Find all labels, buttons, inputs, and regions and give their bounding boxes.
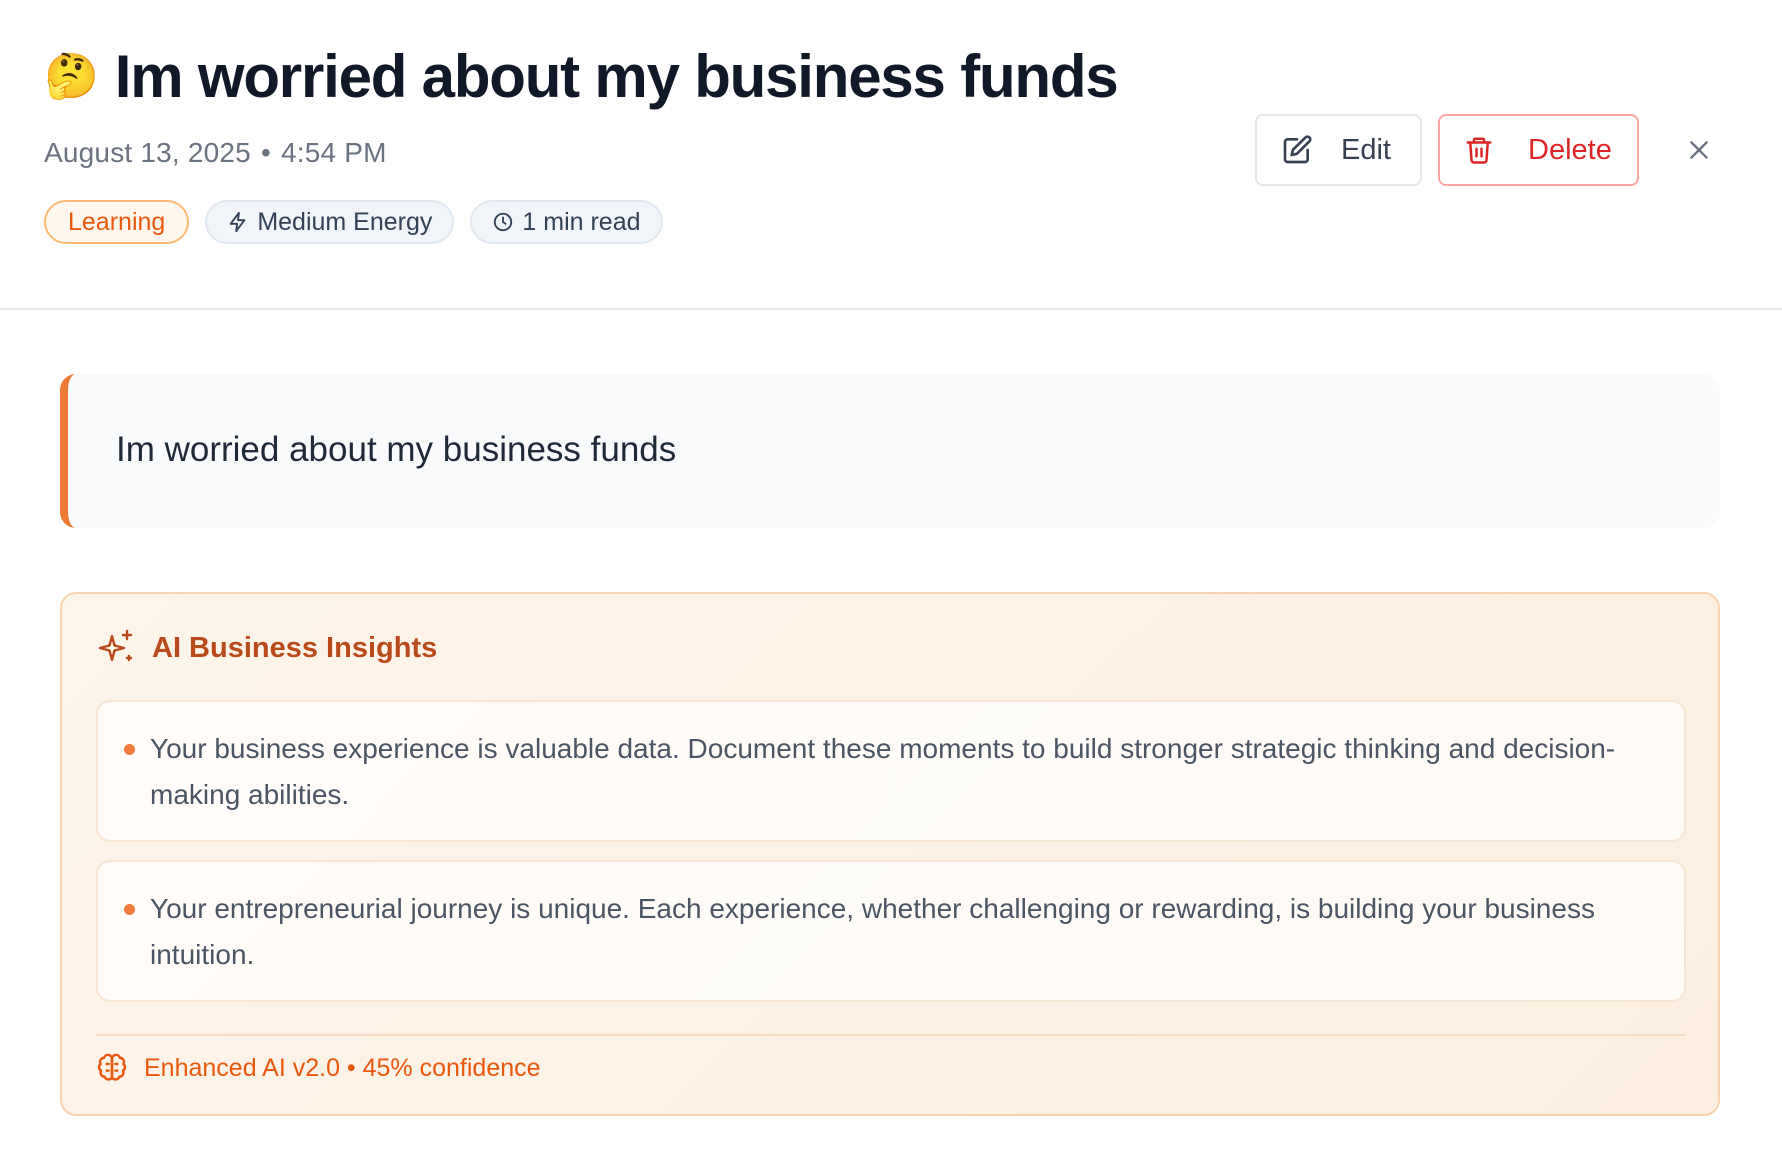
delete-button[interactable]: Delete: [1438, 114, 1639, 186]
ai-footer-divider: [96, 1034, 1686, 1036]
ai-insights-title: AI Business Insights: [152, 631, 438, 664]
meta-separator: •: [260, 137, 271, 168]
entry-content-card: Im worried about my business funds: [60, 374, 1720, 528]
insight-text: Your business experience is valuable dat…: [150, 733, 1616, 810]
ai-insights-footer: Enhanced AI v2.0 • 45% confidence: [96, 1052, 541, 1084]
clock-icon: [494, 212, 513, 232]
close-icon: [1690, 141, 1708, 159]
thinking-emoji-icon: 🤔: [44, 50, 99, 102]
tag-list: Learning Medium Energy 1 min read: [44, 200, 663, 244]
brain-icon: [97, 1053, 127, 1081]
lightning-icon: [230, 211, 246, 233]
edit-button[interactable]: Edit: [1255, 114, 1422, 186]
ai-insights-panel: AI Business Insights Your business exper…: [60, 592, 1720, 1116]
insight-text: Your entrepreneurial journey is unique. …: [150, 893, 1595, 970]
bullet-dot: [124, 744, 135, 755]
insight-item: Your entrepreneurial journey is unique. …: [96, 860, 1686, 1002]
read-time-label: 1 min read: [522, 207, 641, 236]
entry-date: August 13, 2025: [44, 137, 251, 168]
entry-actions: Edit Delete: [1255, 114, 1719, 186]
journal-entry-modal: 🤔 Im worried about my business funds Aug…: [0, 0, 1782, 1176]
close-button[interactable]: [1679, 130, 1719, 170]
energy-tag: Medium Energy: [205, 200, 455, 244]
ai-insights-header: AI Business Insights: [96, 628, 437, 668]
entry-time: 4:54 PM: [280, 137, 387, 168]
bullet-dot: [124, 904, 135, 915]
category-tag: Learning: [44, 200, 190, 244]
entry-header: 🤔 Im worried about my business funds Aug…: [0, 0, 1782, 310]
title-row: 🤔 Im worried about my business funds: [44, 42, 1119, 111]
trash-icon: [1466, 137, 1492, 164]
edit-button-label: Edit: [1341, 133, 1391, 166]
sparkles-icon: [98, 629, 133, 662]
read-time-tag: 1 min read: [470, 200, 663, 244]
ai-confidence-label: Enhanced AI v2.0 • 45% confidence: [144, 1053, 541, 1082]
entry-content-text: Im worried about my business funds: [116, 430, 677, 469]
entry-timestamp: August 13, 2025 • 4:54 PM: [44, 137, 387, 169]
energy-tag-label: Medium Energy: [257, 207, 433, 236]
page-title: Im worried about my business funds: [114, 43, 1119, 110]
delete-button-label: Delete: [1528, 133, 1612, 166]
insight-item: Your business experience is valuable dat…: [96, 700, 1686, 842]
edit-icon: [1283, 135, 1312, 164]
